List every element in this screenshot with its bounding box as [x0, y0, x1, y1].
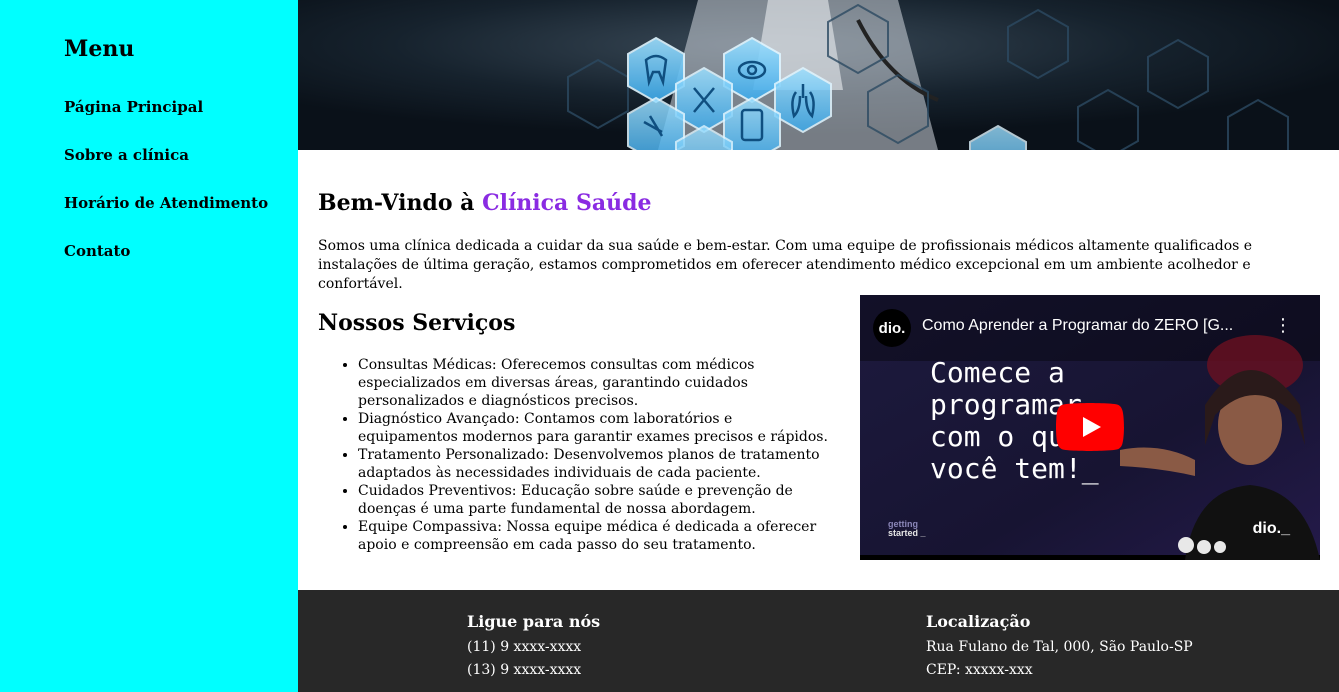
- phone-number: (13) 9 xxxx-xxxx: [467, 662, 582, 678]
- sidebar-item-sobre[interactable]: Sobre a clínica: [64, 146, 189, 164]
- footer-location-title: Localização: [926, 612, 1031, 631]
- clinic-name: Clínica Saúde: [482, 190, 652, 216]
- postal-code: CEP: xxxxx-xxx: [926, 662, 1033, 678]
- youtube-play-icon[interactable]: [1056, 403, 1124, 451]
- hero-image: [298, 0, 1339, 150]
- list-item: Consultas Médicas: Oferecemos consultas …: [358, 356, 828, 410]
- list-item: Diagnóstico Avançado: Contamos com labor…: [358, 410, 828, 446]
- list-item: Tratamento Personalizado: Desenvolvemos …: [358, 446, 828, 482]
- sidebar-item-pagina-principal[interactable]: Página Principal: [64, 98, 203, 116]
- more-vert-icon[interactable]: ⋮: [1274, 317, 1292, 335]
- video-brand-logo: dio._: [1252, 520, 1290, 537]
- hero-banner: [298, 0, 1339, 150]
- sidebar-item-contato[interactable]: Contato: [64, 242, 130, 260]
- welcome-prefix: Bem-Vindo à: [318, 190, 483, 216]
- services-title: Nossos Serviços: [318, 310, 516, 336]
- page-title: Bem-Vindo à Clínica Saúde: [318, 190, 651, 216]
- sidebar: Menu Página Principal Sobre a clínica Ho…: [0, 0, 298, 692]
- footer-contact-title: Ligue para nós: [467, 612, 601, 631]
- services-list: Consultas Médicas: Oferecemos consultas …: [358, 356, 828, 554]
- video-tag: getting started _: [888, 520, 926, 538]
- list-item: Equipe Compassiva: Nossa equipe médica é…: [358, 518, 828, 554]
- channel-avatar[interactable]: dio.: [873, 309, 911, 347]
- footer-contact: Ligue para nós (11) 9 xxxx-xxxx (13) 9 x…: [467, 612, 600, 682]
- menu-title: Menu: [64, 36, 135, 62]
- main-content: Bem-Vindo à Clínica Saúde Somos uma clín…: [298, 150, 1339, 590]
- phone-number: (11) 9 xxxx-xxxx: [467, 639, 582, 655]
- video-title[interactable]: Como Aprender a Programar do ZERO [G...: [922, 317, 1267, 335]
- sidebar-item-horario[interactable]: Horário de Atendimento: [64, 194, 268, 212]
- footer: Ligue para nós (11) 9 xxxx-xxxx (13) 9 x…: [298, 590, 1339, 692]
- footer-location: Localização Rua Fulano de Tal, 000, São …: [926, 612, 1193, 682]
- list-item: Cuidados Preventivos: Educação sobre saú…: [358, 482, 828, 518]
- intro-paragraph: Somos uma clínica dedicada a cuidar da s…: [318, 238, 1253, 292]
- address: Rua Fulano de Tal, 000, São Paulo-SP: [926, 639, 1193, 655]
- video-tag-line2: started _: [888, 528, 926, 538]
- video-embed[interactable]: dio. Como Aprender a Programar do ZERO […: [860, 295, 1320, 560]
